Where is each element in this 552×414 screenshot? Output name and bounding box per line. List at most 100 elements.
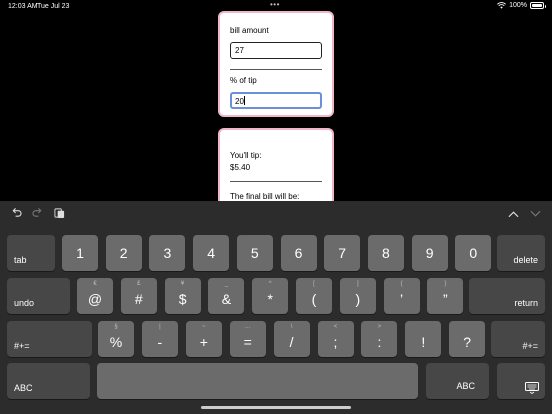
delete-key-label: delete	[513, 255, 538, 265]
multitasking-dots-icon[interactable]: •••	[270, 0, 280, 9]
key-row3-1[interactable]: | -	[141, 321, 178, 357]
key-row2-3[interactable]: _ &	[208, 278, 245, 314]
key-label: 2	[119, 245, 128, 261]
status-date: Tue Jul 23	[37, 3, 70, 10]
chevron-down-icon[interactable]	[530, 209, 541, 219]
key-row2-1[interactable]: £ #	[120, 278, 157, 314]
key-hint: }	[444, 281, 447, 287]
key-label: @	[87, 291, 103, 307]
key-hint: ^	[268, 281, 272, 287]
chevron-up-icon[interactable]	[508, 209, 519, 219]
symbols-key-left-label: #+=	[14, 341, 30, 351]
key-row2-8[interactable]: }”	[427, 278, 464, 314]
key-label: ’	[400, 291, 404, 307]
keyboard-dismiss-icon	[525, 382, 539, 394]
tab-key[interactable]: tab	[7, 235, 55, 271]
key-label: :	[377, 334, 382, 350]
key-row3-6[interactable]: >:	[361, 321, 398, 357]
undo-key-label: undo	[14, 298, 35, 308]
key-row2-2[interactable]: ¥ $	[164, 278, 201, 314]
key-row1-4[interactable]: 5	[236, 235, 273, 271]
abc-key-left[interactable]: ABC	[7, 363, 90, 399]
text-caret	[243, 96, 245, 105]
key-row1-0[interactable]: 1	[62, 235, 98, 271]
key-label: 1	[76, 245, 84, 261]
key-label: 0	[469, 245, 478, 261]
key-hint: <	[333, 324, 338, 330]
symbols-key-right-label: #+=	[522, 341, 538, 351]
key-label: !	[421, 334, 426, 350]
key-row3-3[interactable]: … =	[229, 321, 266, 357]
key-row2-6[interactable]: ])	[339, 278, 376, 314]
redo-arrow-icon[interactable]	[32, 207, 43, 218]
key-label: 3	[163, 245, 172, 261]
key-label: #	[134, 291, 143, 307]
key-label: -	[157, 334, 163, 350]
keyboard: tab 1234567890 delete undo € @ £ # ¥ $ _ & ^ *[(]…	[0, 201, 552, 414]
return-key[interactable]: return	[469, 278, 545, 314]
home-indicator	[201, 406, 351, 409]
key-label: 5	[250, 245, 259, 261]
space-bar[interactable]	[97, 363, 418, 399]
key-label: /	[289, 334, 294, 350]
key-row3-5[interactable]: <;	[317, 321, 354, 357]
key-hint: |	[159, 324, 161, 330]
keyboard-dismiss-key[interactable]	[497, 363, 545, 399]
divider	[230, 69, 322, 70]
key-label: $	[178, 291, 187, 307]
result-card: You'll tip: $5.40 The final bill will be…	[218, 128, 334, 208]
key-row2-7[interactable]: {’	[383, 278, 420, 314]
key-row2-5[interactable]: [(	[296, 278, 332, 314]
key-label: )	[355, 291, 361, 307]
key-row3-0[interactable]: §%	[98, 321, 134, 357]
key-hint: ~	[202, 324, 206, 330]
key-row3-2[interactable]: ~ +	[185, 321, 222, 357]
key-row1-3[interactable]: 4	[193, 235, 230, 271]
key-row1-2[interactable]: 3	[149, 235, 186, 271]
key-label: 9	[425, 245, 434, 261]
key-hint: >	[377, 324, 382, 330]
undo-arrow-icon[interactable]	[11, 207, 22, 218]
key-hint: ]	[356, 281, 359, 287]
battery-percentage: 100%	[509, 2, 527, 9]
return-key-label: return	[514, 298, 538, 308]
key-row1-9[interactable]: 0	[455, 235, 492, 271]
undo-key[interactable]: undo	[7, 278, 70, 314]
bill-amount-field[interactable]: 27	[230, 42, 322, 59]
bill-amount-value: 27	[235, 46, 244, 55]
tip-percent-field[interactable]: 20	[230, 92, 322, 109]
key-hint: §	[114, 324, 118, 330]
bill-input-card: bill amount 27 % of tip 20	[218, 11, 334, 117]
tip-result-label: You'll tip:	[230, 151, 262, 160]
key-hint: \	[290, 324, 293, 330]
key-label: ;	[333, 334, 338, 350]
key-hint: _	[224, 281, 229, 287]
tip-percent-value: 20	[235, 97, 244, 106]
delete-key[interactable]: delete	[497, 235, 545, 271]
tip-percent-label: % of tip	[230, 76, 257, 85]
key-row1-1[interactable]: 2	[105, 235, 142, 271]
key-label: *	[267, 291, 273, 307]
symbols-key-right[interactable]: #+=	[491, 321, 545, 357]
battery-icon	[530, 2, 546, 9]
key-row1-5[interactable]: 6	[280, 235, 317, 271]
wifi-icon	[497, 2, 507, 9]
key-label: 4	[207, 245, 215, 261]
key-label: (	[311, 291, 317, 307]
key-row1-7[interactable]: 8	[367, 235, 404, 271]
key-row3-4[interactable]: \ /	[273, 321, 310, 357]
paste-icon[interactable]	[54, 207, 65, 219]
symbols-key-left[interactable]: #+=	[7, 321, 92, 357]
key-hint: …	[244, 324, 251, 330]
bill-amount-label: bill amount	[230, 26, 269, 35]
key-row3-7[interactable]: !	[405, 321, 442, 357]
key-row2-4[interactable]: ^ *	[252, 278, 289, 314]
key-label: +	[199, 334, 208, 350]
key-row1-8[interactable]: 9	[411, 235, 448, 271]
status-time: 12:03 AM	[8, 3, 38, 10]
key-row2-0[interactable]: € @	[77, 278, 113, 314]
key-hint: [	[313, 281, 315, 287]
abc-key-right[interactable]: ABC	[426, 363, 489, 399]
key-row1-6[interactable]: 7	[324, 235, 361, 271]
key-row3-8[interactable]: ?	[449, 321, 486, 357]
